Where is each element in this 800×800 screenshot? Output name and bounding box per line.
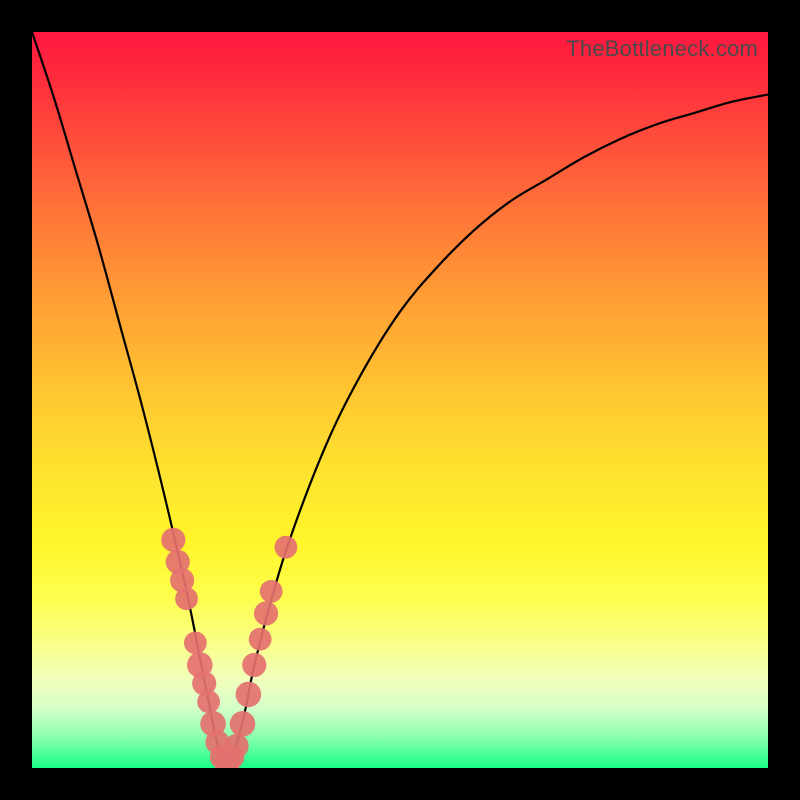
marker-dot <box>242 653 266 677</box>
marker-dot <box>275 536 298 559</box>
chart-frame: TheBottleneck.com <box>0 0 800 800</box>
watermark-text: TheBottleneck.com <box>566 36 758 62</box>
marker-dot <box>184 631 207 654</box>
marker-dot <box>236 682 262 708</box>
marker-dot <box>260 580 283 603</box>
marker-dot <box>175 587 198 610</box>
marker-dot <box>225 734 249 758</box>
marker-dot <box>197 690 220 713</box>
curve-layer <box>32 32 768 768</box>
bottleneck-curve <box>32 32 768 764</box>
marker-group <box>161 528 297 768</box>
marker-dot <box>161 528 185 552</box>
marker-dot <box>249 628 272 651</box>
marker-dot <box>230 711 256 737</box>
marker-dot <box>254 601 278 625</box>
plot-area: TheBottleneck.com <box>32 32 768 768</box>
